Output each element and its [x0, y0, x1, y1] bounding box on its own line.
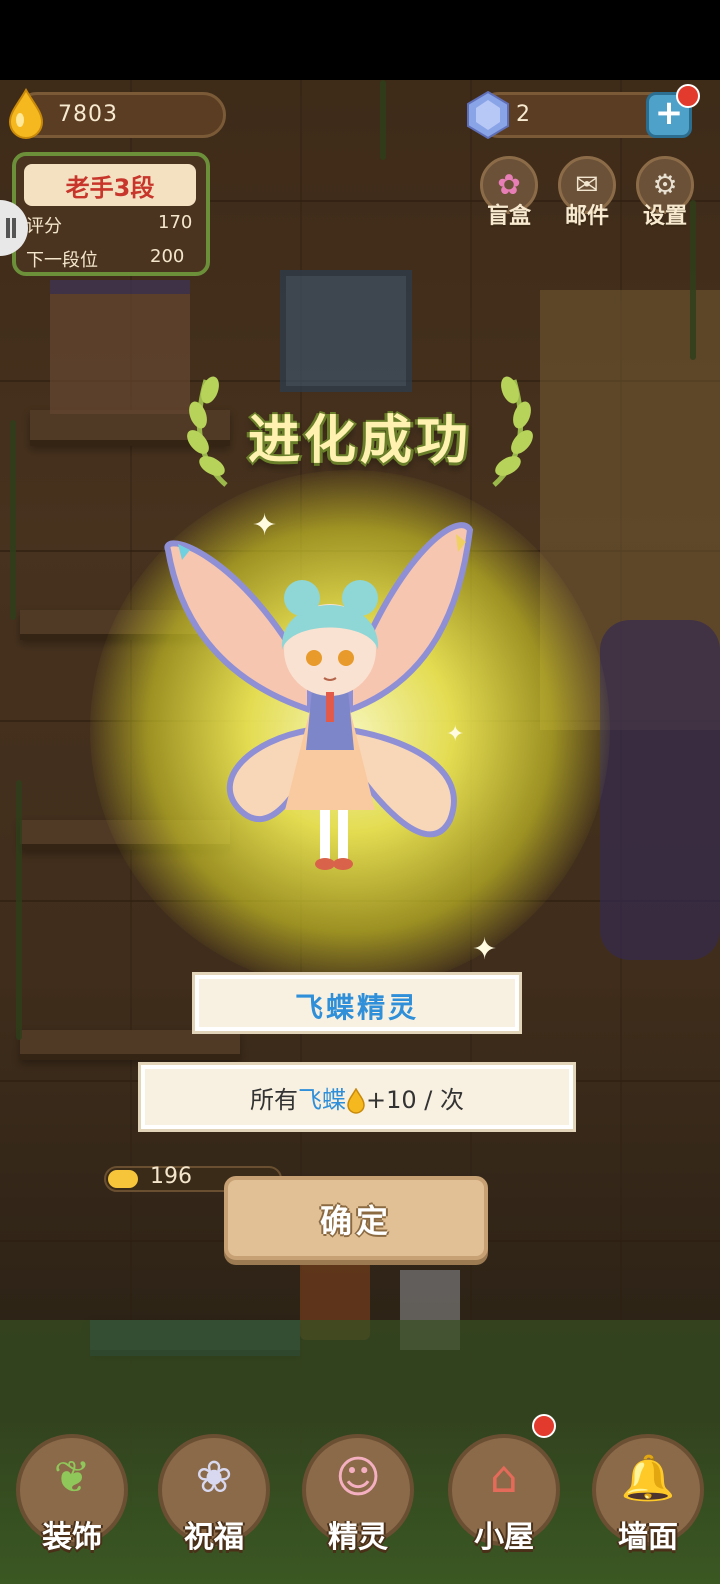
gear-icon: ⚙: [652, 168, 678, 201]
gem-amount: 2: [516, 102, 530, 127]
settings-label: 设置: [642, 204, 687, 229]
house-icon: ⌂: [490, 1452, 518, 1503]
fairy-icon: ☺: [335, 1452, 381, 1503]
butterfly-icon: ❀: [195, 1452, 233, 1503]
effect-suffix: +10 / 次: [366, 1086, 464, 1114]
mail-icon: ✉: [575, 168, 599, 201]
plant-icon: ❦: [53, 1452, 91, 1503]
nav-wall-label[interactable]: 墙面: [588, 1512, 708, 1556]
bell-icon: 🔔: [620, 1453, 676, 1504]
notification-badge: [532, 1414, 556, 1438]
next-rank-value: 200: [150, 246, 185, 267]
mail-label: 邮件: [564, 204, 609, 229]
notification-badge: [676, 84, 700, 108]
effect-description: 所有飞蝶 +10 / 次: [138, 1080, 576, 1115]
confirm-button-label[interactable]: 确定: [224, 1196, 488, 1242]
gem-icon: [467, 90, 509, 140]
coin-amount: 7803: [58, 102, 118, 127]
pause-icon: [6, 218, 16, 238]
jar-value: 196: [150, 1164, 192, 1189]
flower-icon: ✿: [497, 168, 521, 201]
evolution-success-title: 进化成功: [247, 411, 472, 471]
honey-drop-icon: [347, 1088, 365, 1114]
next-rank-label: 下一段位: [26, 250, 98, 271]
score-value: 170: [158, 212, 193, 233]
nav-blessing-label[interactable]: 祝福: [154, 1512, 274, 1556]
effect-target: 飞蝶: [298, 1086, 346, 1114]
sparkle-icon: ✦: [472, 932, 498, 967]
honey-drop-icon: [8, 88, 44, 139]
jar-progress-fill: [108, 1170, 138, 1188]
rank-title: 老手3段: [65, 174, 155, 202]
nav-fairy-label[interactable]: 精灵: [298, 1512, 418, 1556]
butterfly-fairy-character: [164, 522, 474, 870]
nav-house-label[interactable]: 小屋: [444, 1512, 564, 1556]
effect-prefix: 所有: [250, 1086, 298, 1114]
fairy-name: 飞蝶精灵: [294, 991, 419, 1024]
score-label: 评分: [26, 216, 62, 237]
nav-decorate-label[interactable]: 装饰: [12, 1512, 132, 1556]
blind-box-label: 盲盒: [486, 204, 531, 229]
